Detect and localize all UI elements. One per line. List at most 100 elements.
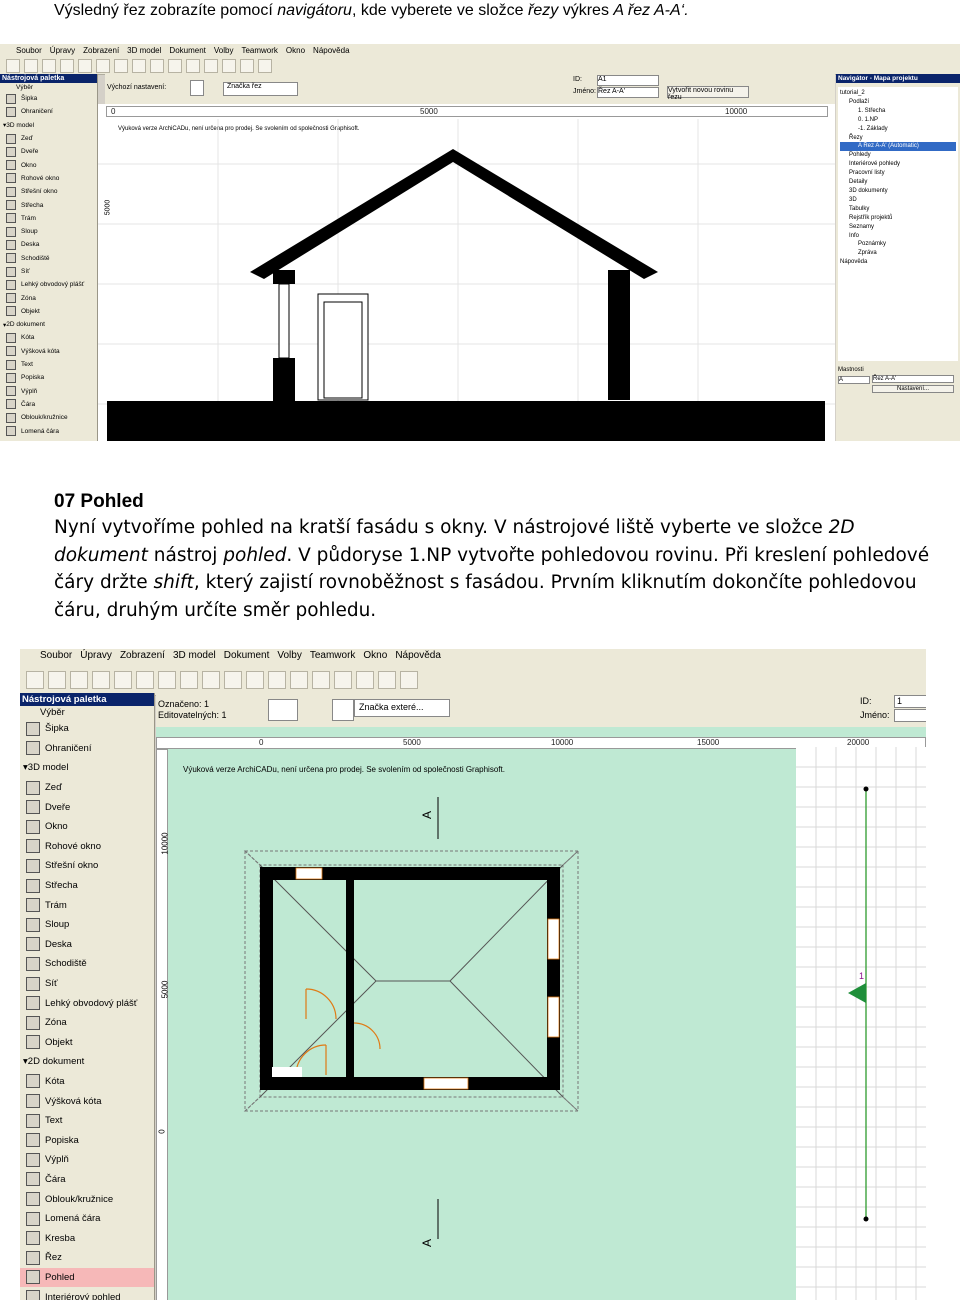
menu-dokument[interactable]: Dokument (169, 46, 205, 55)
marker-icon[interactable] (332, 699, 354, 721)
save-icon[interactable] (70, 671, 88, 689)
menu-soubor[interactable]: Soubor (40, 650, 72, 661)
snap-icon[interactable] (204, 59, 218, 73)
tool-sloup[interactable]: Sloup (20, 915, 154, 935)
pencil-icon[interactable] (168, 59, 182, 73)
tool-tram[interactable]: Trám (20, 895, 154, 915)
tree-item-interierove-pohledy[interactable]: Interiérové pohledy (840, 160, 956, 169)
snap-icon[interactable] (268, 671, 286, 689)
menu-soubor[interactable]: Soubor (16, 46, 42, 55)
paste-icon[interactable] (96, 59, 110, 73)
tool-strecha[interactable]: Střecha (0, 198, 97, 211)
tool-pohled[interactable]: Pohled (20, 1267, 154, 1288)
menu-teamwork[interactable]: Teamwork (241, 46, 277, 55)
tool-interierovy-pohled[interactable]: Interiérový pohled (20, 1287, 154, 1300)
tool-vypln[interactable]: Výplň (0, 385, 97, 398)
tool-oblouk-kruznice[interactable]: Oblouk/kružnice (20, 1189, 154, 1209)
tree-item-1-strecha[interactable]: 1. Střecha (840, 107, 956, 116)
save-icon[interactable] (42, 59, 56, 73)
pencil-icon[interactable] (224, 671, 242, 689)
magic-wand-icon[interactable] (186, 59, 200, 73)
tool-zona[interactable]: Zóna (20, 1013, 154, 1033)
view-arrow-icon[interactable] (268, 699, 298, 721)
menu-upravy[interactable]: Úpravy (80, 650, 112, 661)
3d-icon[interactable] (258, 59, 272, 73)
tool-stresni-okno[interactable]: Střešní okno (20, 856, 154, 876)
marker-select[interactable]: Značka exteré... (354, 699, 450, 717)
tool-okno[interactable]: Okno (20, 817, 154, 837)
properties-name[interactable]: Řez A-A' (872, 375, 954, 383)
tree-item-seznamy[interactable]: Seznamy (840, 223, 956, 232)
menu-napoveda[interactable]: Nápověda (395, 650, 441, 661)
menu-zobrazeni[interactable]: Zobrazení (83, 46, 119, 55)
tool-text[interactable]: Text (0, 358, 97, 371)
palette-group-3d-model[interactable]: ▾ 3D model (20, 758, 154, 778)
open-icon[interactable] (24, 59, 38, 73)
tree-item-zprava[interactable]: Zpráva (840, 249, 956, 258)
tool-popiska[interactable]: Popiska (0, 371, 97, 384)
palette-group-2d-dokument[interactable]: ▾ 2D dokument (20, 1052, 154, 1072)
menu-3d-model[interactable]: 3D model (173, 650, 216, 661)
tree-item-rejstrik-projektu[interactable]: Rejstřík projektů (840, 214, 956, 223)
properties-settings-button[interactable]: Nastavení... (872, 385, 954, 393)
tree-item-tutorial-2[interactable]: tutorial_2 (840, 89, 956, 98)
tool-rohove-okno[interactable]: Rohové okno (20, 837, 154, 857)
tool-deska[interactable]: Deska (20, 935, 154, 955)
layer-icon[interactable] (240, 59, 254, 73)
menu-napoveda[interactable]: Nápověda (313, 46, 349, 55)
tool-okno[interactable]: Okno (0, 158, 97, 171)
redo-icon[interactable] (132, 59, 146, 73)
redo-icon[interactable] (180, 671, 198, 689)
tool-vyskova-kota[interactable]: Výšková kóta (0, 345, 97, 358)
tool-objekt[interactable]: Objekt (20, 1033, 154, 1053)
tool-vyskova-kota[interactable]: Výšková kóta (20, 1091, 154, 1111)
tool-deska[interactable]: Deska (0, 238, 97, 251)
menu-3d-model[interactable]: 3D model (127, 46, 161, 55)
undo-icon[interactable] (158, 671, 176, 689)
tool-kota[interactable]: Kóta (0, 331, 97, 344)
magic-wand-icon[interactable] (246, 671, 264, 689)
menu-teamwork[interactable]: Teamwork (310, 650, 356, 661)
copy-icon[interactable] (114, 671, 132, 689)
id-field[interactable]: A1 (597, 75, 659, 86)
tree-item-3d[interactable]: 3D (840, 196, 956, 205)
palette-group-3d-model[interactable]: ▾ 3D model (0, 119, 97, 132)
undo-icon[interactable] (114, 59, 128, 73)
tool-objekt[interactable]: Objekt (0, 305, 97, 318)
window-icon[interactable] (400, 671, 418, 689)
grid-icon[interactable] (222, 59, 236, 73)
tree-item-a-rez-a-a-automatic[interactable]: A Řez A-A' (Automatic) (840, 142, 956, 152)
tool-lomena-cara[interactable]: Lomená čára (20, 1209, 154, 1229)
tool-vypln[interactable]: Výplň (20, 1150, 154, 1170)
paste-icon[interactable] (136, 671, 154, 689)
tool-cara[interactable]: Čára (20, 1170, 154, 1190)
tree-item-info[interactable]: Info (840, 232, 956, 241)
tool-dvere[interactable]: Dveře (0, 145, 97, 158)
cut-icon[interactable] (60, 59, 74, 73)
cut-icon[interactable] (92, 671, 110, 689)
3d-icon[interactable] (334, 671, 352, 689)
tool-zed[interactable]: Zeď (20, 778, 154, 798)
tree-item-podlazi[interactable]: Podlaží (840, 98, 956, 107)
menu-okno[interactable]: Okno (286, 46, 305, 55)
new-icon[interactable] (26, 671, 44, 689)
tool-lomena-cara[interactable]: Lomená čára (0, 424, 97, 437)
create-section-button[interactable]: Vytvořit novou rovinu řezu (667, 86, 749, 101)
tree-item-pracovni-listy[interactable]: Pracovní listy (840, 169, 956, 178)
tree-item-pohledy[interactable]: Pohledy (840, 151, 956, 160)
section-tool-icon[interactable] (190, 80, 204, 96)
name-field[interactable]: Řez A-A' (597, 87, 659, 98)
tool-stresni-okno[interactable]: Střešní okno (0, 185, 97, 198)
tool-sipka[interactable]: Šipka (20, 719, 154, 739)
marker-select[interactable]: Značka řez (223, 82, 298, 96)
properties-id[interactable]: A (838, 376, 870, 384)
tool-oblouk-kruznice[interactable]: Oblouk/kružnice (0, 411, 97, 424)
palette-group-2d-dokument[interactable]: ▾ 2D dokument (0, 318, 97, 331)
menu-dokument[interactable]: Dokument (224, 650, 270, 661)
tool-sloup[interactable]: Sloup (0, 225, 97, 238)
tree-item-0-1-np[interactable]: 0. 1.NP (840, 116, 956, 125)
tool-dvere[interactable]: Dveře (20, 797, 154, 817)
name-field[interactable] (894, 709, 926, 722)
zoom-icon[interactable] (150, 59, 164, 73)
id-field[interactable]: 1 (894, 695, 926, 708)
